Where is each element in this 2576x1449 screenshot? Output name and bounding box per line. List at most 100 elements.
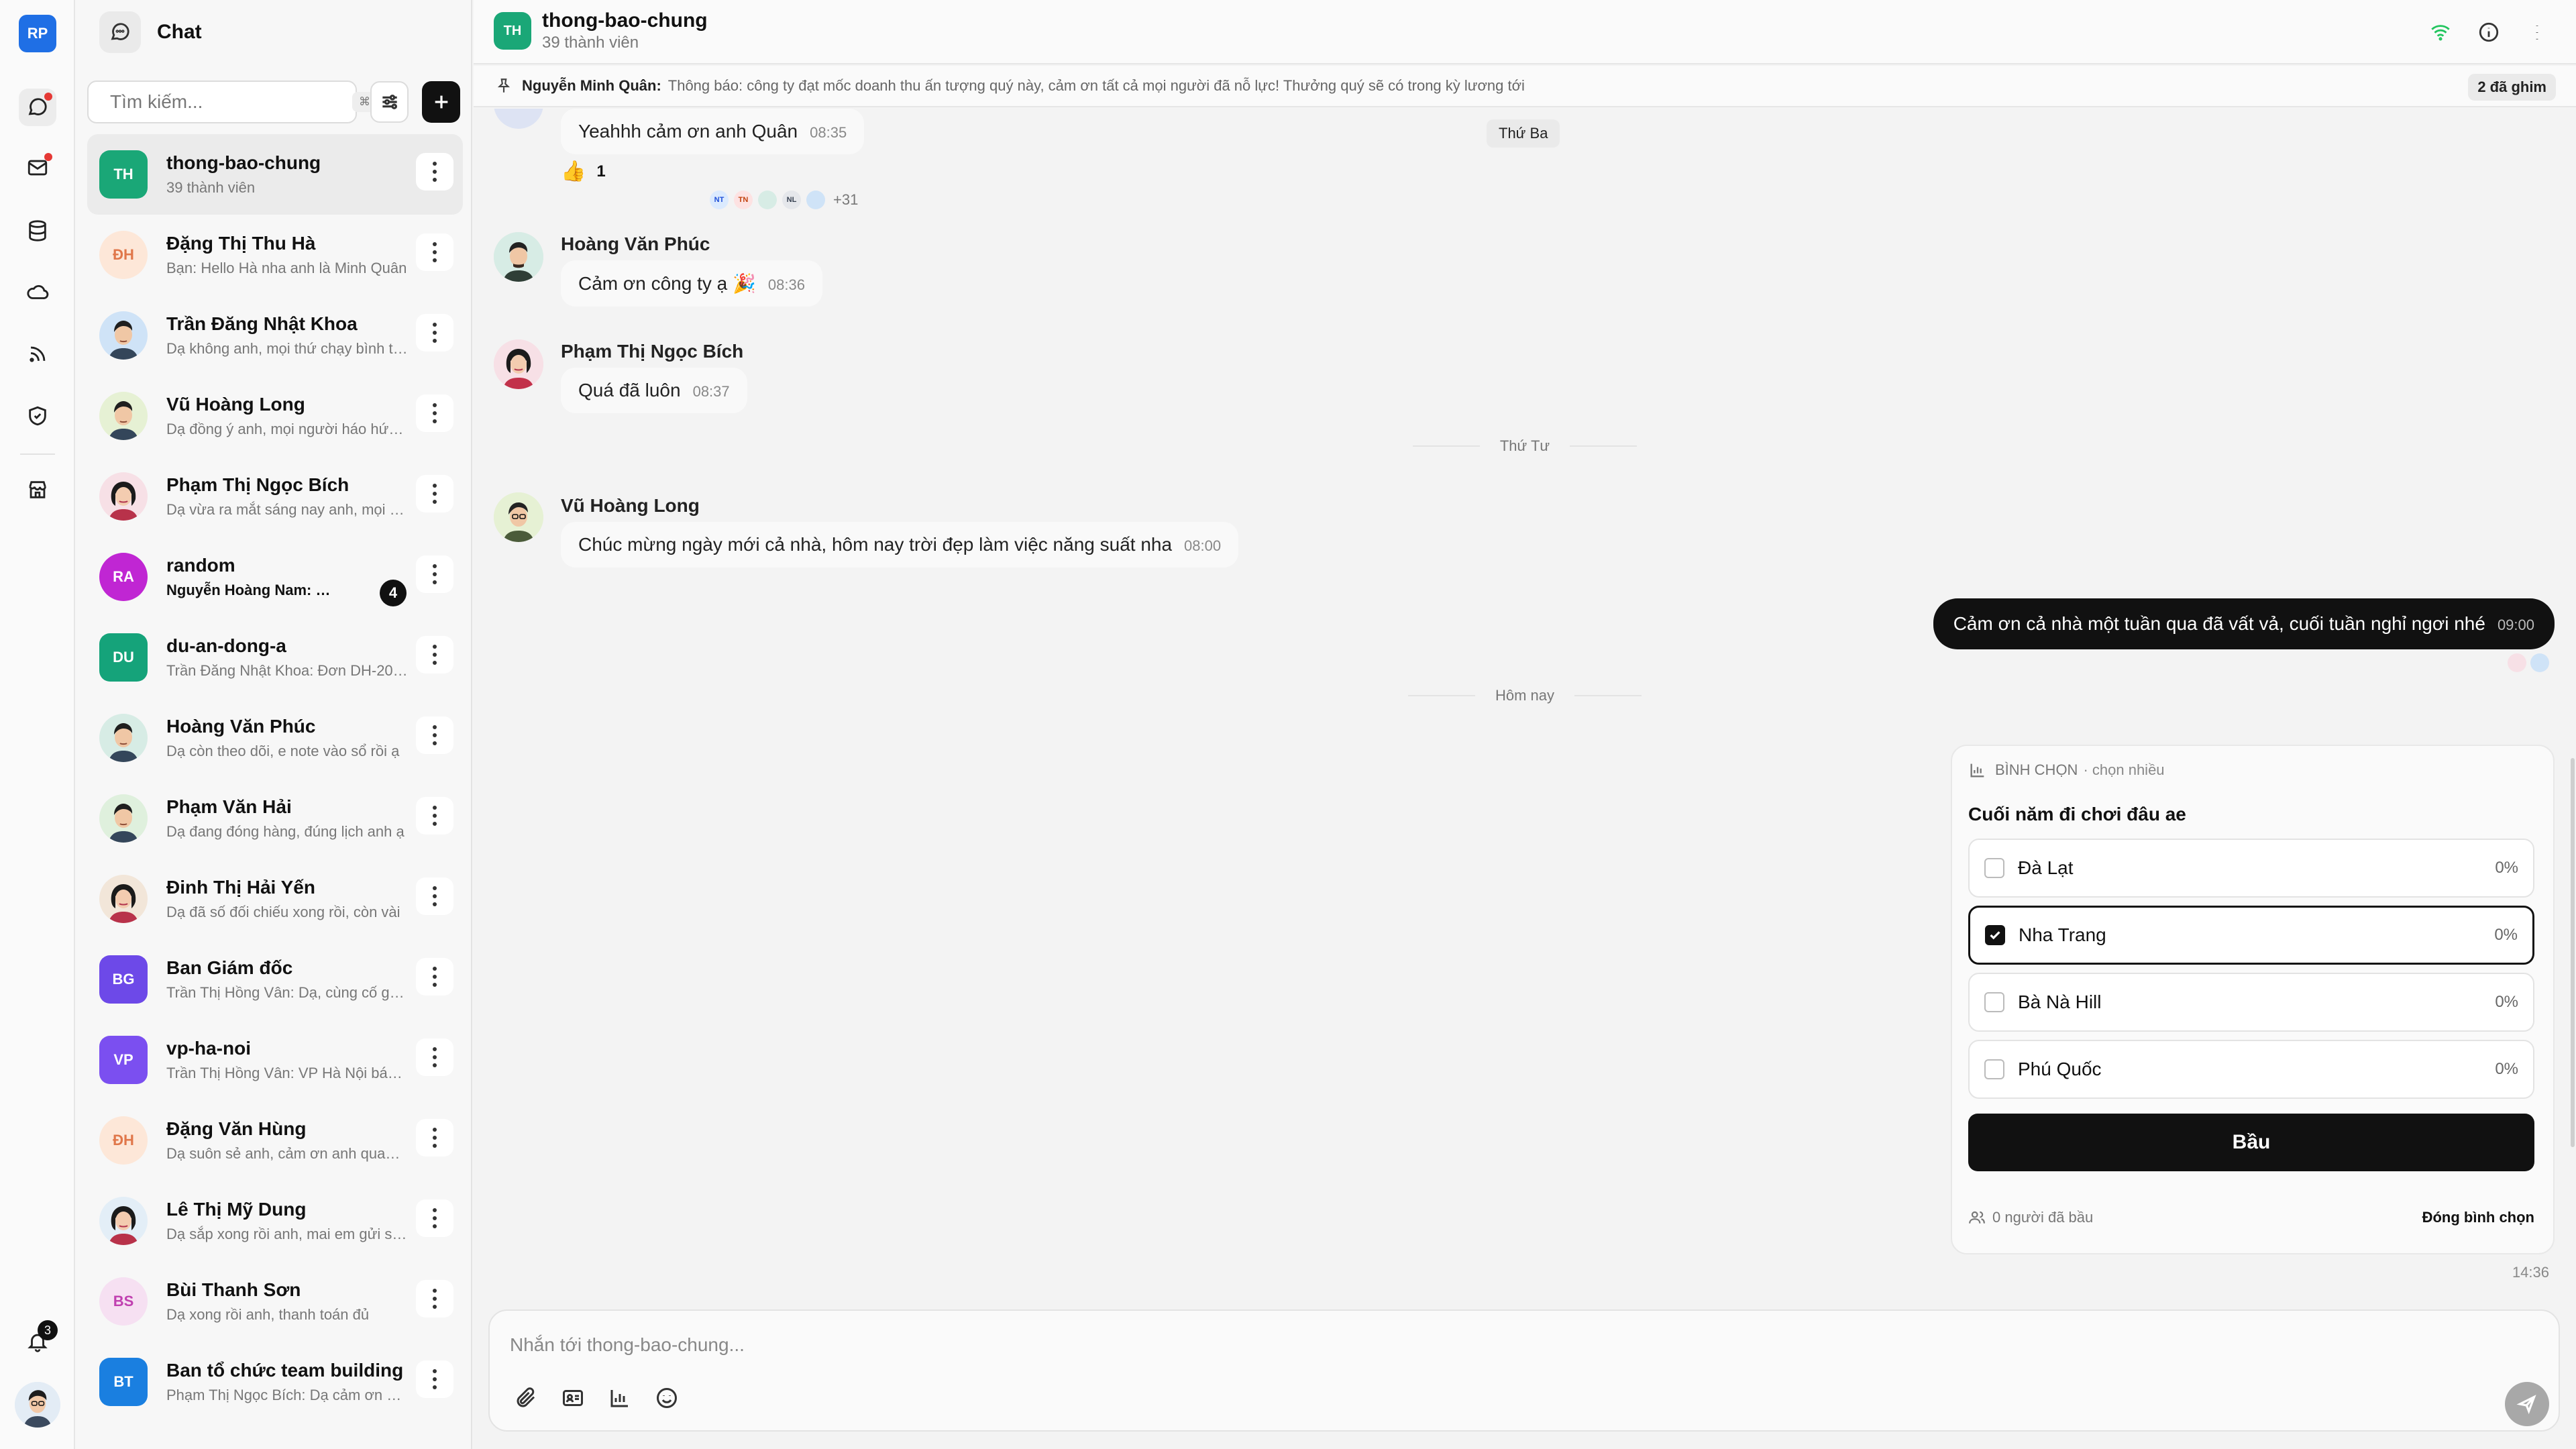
rail-feed-button[interactable]: [19, 335, 56, 373]
contact-card-button[interactable]: [554, 1379, 592, 1417]
message-sender[interactable]: Phạm Thị Ngọc Bích: [561, 341, 743, 362]
poll-option[interactable]: Đà Lạt 0%: [1968, 839, 2534, 898]
workspace-logo[interactable]: RP: [19, 15, 56, 52]
conversation-item[interactable]: Hoàng Văn Phúc Dạ còn theo dõi, e note và…: [87, 698, 463, 778]
conversation-menu-button[interactable]: [416, 555, 453, 593]
cloud-icon: [27, 284, 49, 299]
conversation-item[interactable]: Vũ Hoàng Long Dạ đồng ý anh, mọi người há…: [87, 376, 463, 456]
conversation-item[interactable]: ĐH Đặng Thị Thu Hà Bạn: Hello Hà nha anh l…: [87, 215, 463, 295]
conversation-item[interactable]: Trần Đăng Nhật Khoa Dạ không anh, mọi thứ…: [87, 295, 463, 376]
pin-icon: [497, 78, 511, 93]
rail-chat-button[interactable]: [19, 89, 56, 126]
reaction-chip[interactable]: 👍 1: [561, 160, 606, 183]
message-bubble[interactable]: Yeahhh cảm ơn anh Quân 08:35: [561, 109, 865, 154]
conversation-item[interactable]: Phạm Văn Hải Dạ đang đóng hàng, đúng lịch…: [87, 778, 463, 859]
message-bubble[interactable]: Quá đã luôn 08:37: [561, 368, 747, 413]
search-input[interactable]: [110, 91, 352, 113]
pinned-message-bar[interactable]: Nguyễn Minh Quân: Thông báo: công ty đạt…: [474, 66, 2576, 107]
channel-header: TH thong-bao-chung 39 thành viên: [474, 0, 2576, 64]
conversation-menu-button[interactable]: [416, 233, 453, 271]
channel-menu-button[interactable]: [2522, 17, 2552, 47]
rail-cloud-button[interactable]: [19, 274, 56, 311]
message-input[interactable]: [510, 1328, 2455, 1362]
poll-option-checkbox[interactable]: [1984, 858, 2004, 878]
message-sender[interactable]: Hoàng Văn Phúc: [561, 233, 710, 255]
more-vertical-icon: [433, 723, 437, 747]
conversation-menu-button[interactable]: [416, 1360, 453, 1398]
seen-by-row[interactable]: NT TN NL +31: [710, 191, 858, 209]
poll-option[interactable]: Bà Nà Hill 0%: [1968, 973, 2534, 1032]
message-bubble[interactable]: Chúc mừng ngày mới cả nhà, hôm nay trời …: [561, 522, 1239, 568]
conversation-menu-button[interactable]: [416, 153, 453, 191]
poll-voter-count[interactable]: 0 người đã bầu: [1992, 1209, 2422, 1226]
conversation-item[interactable]: BG Ban Giám đốc Trần Thị Hồng Vân: Dạ, cùn…: [87, 939, 463, 1020]
rail-security-button[interactable]: [19, 397, 56, 435]
user-face-icon: [99, 794, 148, 843]
conversation-item[interactable]: Lê Thị Mỹ Dung Dạ sắp xong rồi anh, mai e…: [87, 1181, 463, 1261]
conversation-menu-button[interactable]: [416, 1119, 453, 1157]
conversation-menu-button[interactable]: [416, 475, 453, 513]
poll-option[interactable]: Nha Trang 0%: [1968, 906, 2534, 965]
msg-avatar-vu-hoang-long[interactable]: [494, 492, 543, 542]
conversation-name: random: [166, 555, 235, 576]
message-bubble[interactable]: Cảm ơn công ty ạ 🎉 08:36: [561, 260, 822, 307]
conversation-preview: Dạ đồng ý anh, mọi người háo hức lắm: [166, 421, 408, 437]
conversation-item[interactable]: Đinh Thị Hải Yến Dạ đã số đối chiếu xong …: [87, 859, 463, 939]
conversation-menu-button[interactable]: [416, 1038, 453, 1076]
conversation-menu-button[interactable]: [416, 394, 453, 432]
rail-notifications-button[interactable]: 3: [19, 1320, 58, 1360]
channel-name[interactable]: thong-bao-chung: [542, 9, 708, 32]
conversation-item[interactable]: RA random Nguyễn Hoàng Nam: Chúc... 4: [87, 537, 463, 617]
conversation-name: Hoàng Văn Phúc: [166, 716, 316, 737]
rail-store-button[interactable]: [19, 471, 56, 508]
conversation-avatar: ĐH: [99, 231, 148, 279]
conversation-avatar: BT: [99, 1358, 148, 1406]
seen-avatar: TN: [734, 191, 753, 209]
vote-button[interactable]: Bầu: [1968, 1114, 2534, 1171]
more-vertical-icon: [433, 1045, 437, 1069]
emoji-button[interactable]: [648, 1379, 686, 1417]
channel-member-count[interactable]: 39 thành viên: [542, 34, 639, 52]
conversation-item[interactable]: Phạm Thị Ngọc Bích Dạ vừa ra mắt sáng nay…: [87, 456, 463, 537]
conversation-menu-button[interactable]: [416, 1280, 453, 1318]
conversation-item[interactable]: ĐH Đặng Văn Hùng Dạ suôn sẻ anh, cảm ơn an…: [87, 1100, 463, 1181]
id-card-icon: [563, 1390, 583, 1406]
read-receipts[interactable]: [2504, 653, 2549, 672]
my-message-bubble[interactable]: Cảm ơn cả nhà một tuần qua đã vất vả, cu…: [1933, 598, 2555, 649]
conversation-item[interactable]: VP vp-ha-noi Trần Thị Hồng Vân: VP Hà Nội …: [87, 1020, 463, 1100]
message-sender[interactable]: Vũ Hoàng Long: [561, 495, 700, 517]
conversation-menu-button[interactable]: [416, 636, 453, 674]
bar-chart-icon: [1970, 763, 1984, 777]
current-user-avatar[interactable]: [15, 1382, 60, 1428]
conversation-menu-button[interactable]: [416, 314, 453, 352]
rail-mail-button[interactable]: [19, 149, 56, 186]
conversation-item[interactable]: BS Bùi Thanh Sơn Dạ xong rồi anh, thanh to…: [87, 1261, 463, 1342]
conversation-item[interactable]: DU du-an-dong-a Trần Đăng Nhật Khoa: Đơn D…: [87, 617, 463, 698]
conversation-item[interactable]: TH thong-bao-chung 39 thành viên: [87, 134, 463, 215]
conversation-menu-button[interactable]: [416, 958, 453, 996]
poll-option-checkbox[interactable]: [1984, 1059, 2004, 1079]
new-conversation-button[interactable]: [422, 81, 460, 123]
plus-icon: [435, 95, 447, 109]
conversation-item[interactable]: BT Ban tổ chức team building Phạm Thị Ngọc…: [87, 1342, 463, 1422]
rail-database-button[interactable]: [19, 212, 56, 250]
poll-option-checkbox[interactable]: [1985, 925, 2005, 945]
poll-option-checkbox[interactable]: [1984, 992, 2004, 1012]
conversation-name: Ban tổ chức team building: [166, 1360, 404, 1381]
pinned-count-badge[interactable]: 2 đã ghim: [2468, 74, 2556, 101]
poll-option[interactable]: Phú Quốc 0%: [1968, 1040, 2534, 1099]
conversation-menu-button[interactable]: [416, 716, 453, 754]
channel-info-button[interactable]: [2474, 17, 2504, 47]
message-scrollbar[interactable]: [2571, 758, 2575, 1147]
attach-button[interactable]: [507, 1379, 545, 1417]
conversation-menu-button[interactable]: [416, 877, 453, 915]
conversation-menu-button[interactable]: [416, 1199, 453, 1237]
create-poll-button[interactable]: [601, 1379, 639, 1417]
filter-button[interactable]: [370, 81, 409, 123]
search-row: ⌘K: [87, 80, 460, 123]
send-button[interactable]: [2505, 1382, 2549, 1426]
msg-avatar-hoang-van-phuc[interactable]: [494, 232, 543, 282]
msg-avatar-pham-thi-ngoc-bich[interactable]: [494, 339, 543, 389]
conversation-menu-button[interactable]: [416, 797, 453, 835]
close-poll-button[interactable]: Đóng bình chọn: [2422, 1209, 2534, 1226]
